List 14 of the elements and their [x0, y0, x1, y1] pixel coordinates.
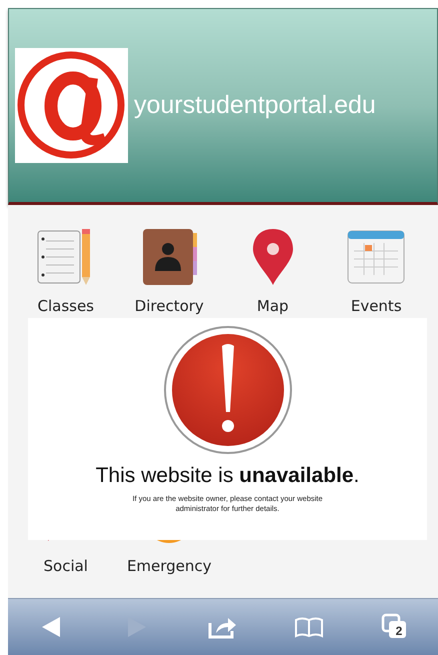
- app-label[interactable]: Social: [44, 557, 88, 575]
- share-icon[interactable]: [208, 615, 238, 639]
- app-label[interactable]: Classes: [37, 297, 94, 315]
- alert-title: This website is unavailable.: [96, 464, 360, 488]
- app-label[interactable]: Map: [256, 297, 289, 315]
- app-label[interactable]: Events: [350, 297, 402, 315]
- open-book-icon[interactable]: [294, 616, 324, 638]
- app-label[interactable]: Emergency: [126, 557, 212, 575]
- app-label[interactable]: Directory: [134, 297, 204, 315]
- back-icon[interactable]: [40, 615, 62, 639]
- tabs-button[interactable]: 2: [373, 607, 417, 647]
- exclamation-circle-icon: [162, 324, 294, 456]
- stacked-pages-icon[interactable]: [381, 613, 407, 639]
- site-name: yourstudentportal.edu: [134, 91, 376, 120]
